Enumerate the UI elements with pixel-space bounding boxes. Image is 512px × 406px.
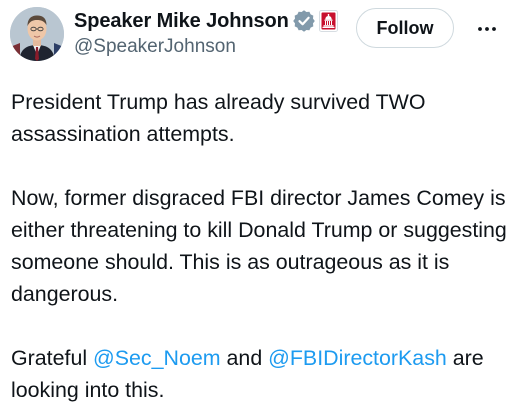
paragraph-3-middle: and <box>220 346 269 370</box>
verified-badge-icon[interactable] <box>292 10 315 32</box>
tweet-paragraph-2: Now, former disgraced FBI director James… <box>11 186 507 306</box>
tweet-paragraph-1: President Trump has already survived TWO… <box>11 90 426 146</box>
author-name-row: Speaker Mike Johnson <box>74 8 338 34</box>
tweet-paragraph-3: Grateful @Sec_Noem and @FBIDirectorKash … <box>11 342 507 406</box>
author-handle[interactable]: @SpeakerJohnson <box>74 36 236 58</box>
more-options-button[interactable] <box>472 14 502 44</box>
more-options-icon <box>478 27 496 31</box>
tweet-card: Speaker Mike Johnson @SpeakerJohnson Fol… <box>0 0 512 402</box>
mention-sec-noem-link[interactable]: @Sec_Noem <box>93 346 221 370</box>
tweet-text: President Trump has already survived TWO… <box>11 86 507 406</box>
author-display-name[interactable]: Speaker Mike Johnson <box>74 10 289 33</box>
avatar-image <box>10 7 64 61</box>
capitol-affiliation-icon[interactable] <box>318 10 338 32</box>
author-avatar[interactable] <box>10 7 64 61</box>
mention-fbi-director-kash-link[interactable]: @FBIDirectorKash <box>268 346 447 370</box>
paragraph-3-prefix: Grateful <box>11 346 94 370</box>
follow-button[interactable]: Follow <box>356 8 454 48</box>
